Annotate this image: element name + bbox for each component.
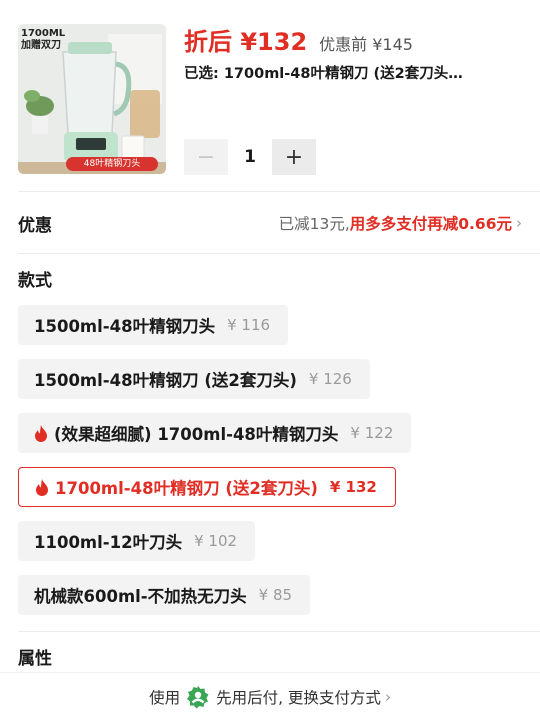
option-label: 机械款600ml-不加热无刀头 bbox=[34, 587, 247, 606]
attributes-section-title: 属性 bbox=[18, 649, 52, 669]
option-label: 1500ml-48叶精钢刀头 bbox=[34, 317, 216, 336]
divider bbox=[18, 631, 540, 632]
decrease-quantity-button[interactable]: − bbox=[184, 139, 228, 175]
style-option-1700ml-fine[interactable]: (效果超细腻) 1700ml-48叶精钢刀头 ¥ 122 bbox=[18, 413, 412, 453]
fire-icon bbox=[36, 478, 48, 496]
selected-variant-text: 已选: 1700ml-48叶精钢刀 (送2套刀头… bbox=[184, 66, 463, 82]
option-price: ¥ 126 bbox=[308, 370, 352, 388]
style-option-mechanical-600ml[interactable]: 机械款600ml-不加热无刀头 ¥ 85 bbox=[18, 575, 311, 615]
style-option-1700ml-48-bonus-selected[interactable]: 1700ml-48叶精钢刀 (送2套刀头) ¥ 132 bbox=[18, 467, 396, 507]
discount-detail: 已减13元, 用多多支付再减0.66元 › bbox=[279, 212, 522, 234]
option-price: ¥ 85 bbox=[258, 586, 293, 604]
product-summary: 1700ML 加赠双刀 48叶精钢刀头 折后 ¥132 优惠前 ¥145 已选:… bbox=[0, 0, 540, 190]
option-label: 1500ml-48叶精钢刀 (送2套刀头) bbox=[34, 371, 297, 390]
style-option-1500ml-48[interactable]: 1500ml-48叶精钢刀头 ¥ 116 bbox=[18, 305, 289, 345]
payment-text: 先用后付, 更换支付方式 bbox=[216, 688, 381, 707]
increase-quantity-button[interactable]: + bbox=[272, 139, 316, 175]
option-price: ¥ 122 bbox=[350, 424, 394, 442]
payment-prefix: 使用 bbox=[149, 688, 181, 707]
option-label: 1100ml-12叶刀头 bbox=[34, 533, 183, 552]
style-option-1500ml-48-bonus[interactable]: 1500ml-48叶精钢刀 (送2套刀头) ¥ 126 bbox=[18, 359, 370, 399]
discount-title: 优惠 bbox=[18, 215, 52, 236]
fire-icon bbox=[35, 424, 47, 442]
price-before-discount: 优惠前 ¥145 bbox=[319, 35, 413, 54]
quantity-stepper: − 1 + bbox=[184, 139, 316, 175]
divider bbox=[18, 191, 540, 192]
thumbnail-badge: 48叶精钢刀头 bbox=[66, 157, 158, 171]
payment-method-bar[interactable]: 使用 先用后付, 更换支付方式 › bbox=[0, 672, 540, 720]
chevron-right-icon: › bbox=[516, 214, 522, 232]
product-thumbnail[interactable]: 1700ML 加赠双刀 48叶精钢刀头 bbox=[18, 24, 166, 174]
option-price: ¥ 132 bbox=[329, 478, 377, 496]
pay-later-icon bbox=[187, 685, 209, 708]
thumbnail-caption: 1700ML 加赠双刀 bbox=[21, 28, 66, 51]
option-label: 1700ml-48叶精钢刀 (送2套刀头) bbox=[55, 479, 318, 498]
discount-extra-text: 用多多支付再减0.66元 bbox=[349, 215, 512, 233]
option-price: ¥ 102 bbox=[194, 532, 238, 550]
option-label: (效果超细腻) 1700ml-48叶精钢刀头 bbox=[54, 425, 339, 444]
chevron-right-icon: › bbox=[384, 687, 391, 706]
quantity-value[interactable]: 1 bbox=[228, 147, 272, 167]
discount-reduced-text: 已减13元, bbox=[278, 215, 350, 233]
style-section-title: 款式 bbox=[18, 271, 52, 291]
discount-row[interactable]: 优惠 已减13元, 用多多支付再减0.66元 › bbox=[0, 197, 540, 249]
style-option-1100ml-12[interactable]: 1100ml-12叶刀头 ¥ 102 bbox=[18, 521, 256, 561]
price-line: 折后 ¥132 优惠前 ¥145 bbox=[184, 22, 413, 56]
option-price: ¥ 116 bbox=[227, 316, 271, 334]
price-after-discount: 折后 ¥132 bbox=[184, 28, 308, 56]
divider bbox=[18, 253, 540, 254]
